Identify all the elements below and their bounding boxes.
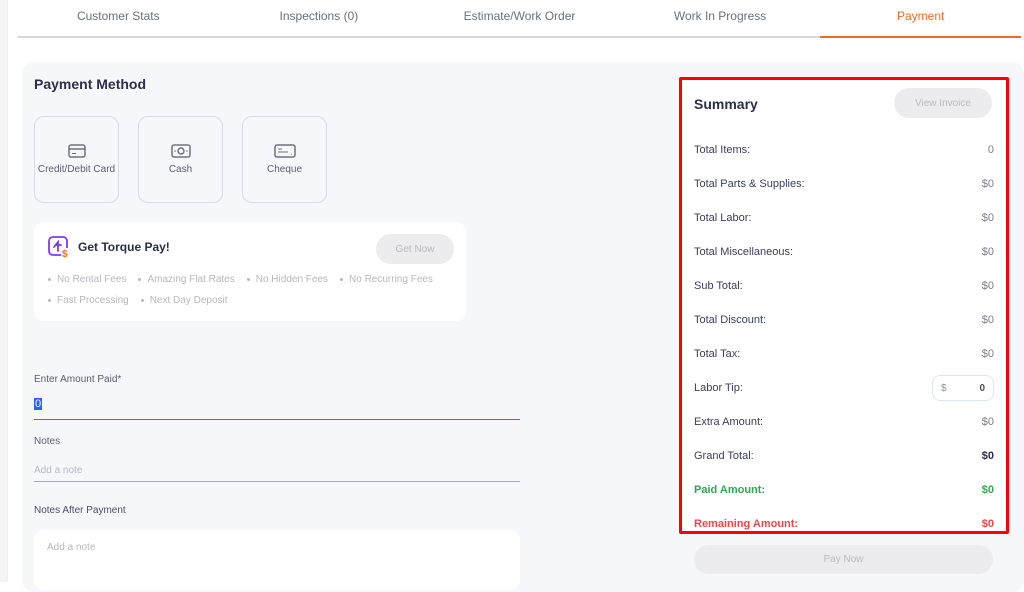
amount-paid-value: 0 [34,398,43,410]
torque-pay-promo: $ Get Torque Pay! Get Now No Rental Fees… [34,222,466,321]
payment-option-label: Credit/Debit Card [37,163,116,175]
notes-after-payment-input[interactable] [34,530,520,590]
tab-inspections[interactable]: Inspections (0) [219,0,420,36]
feature-item: No Recurring Fees [340,274,433,285]
feature-item: Fast Processing [48,295,129,306]
summary-title: Summary [694,96,758,112]
torque-pay-logo-icon: $ [48,236,70,258]
feature-item: No Hidden Fees [246,274,328,285]
currency-symbol: $ [941,382,947,394]
labor-tip-value: 0 [979,382,985,394]
torque-pay-features: No Rental Fees Amazing Flat Rates No Hid… [48,274,458,306]
summary-row-grand-total: Grand Total: $0 [694,450,994,462]
feature-item: No Rental Fees [48,274,126,285]
left-sidebar-edge [0,0,8,582]
view-invoice-button[interactable]: View Invoice [894,88,992,118]
summary-row-remaining-amount: Remaining Amount: $0 [694,518,994,530]
notes-after-payment-label: Notes After Payment [34,505,126,516]
summary-row-discount: Total Discount: $0 [694,314,994,326]
notes-input[interactable] [34,460,520,482]
summary-row-parts-supplies: Total Parts & Supplies: $0 [694,178,994,190]
cheque-icon [273,143,296,158]
summary-row-paid-amount: Paid Amount: $0 [694,484,994,496]
payment-option-credit-card[interactable]: Credit/Debit Card [34,116,119,203]
payment-method-options: Credit/Debit Card Cash Cheque [34,116,327,203]
summary-row-miscellaneous: Total Miscellaneous: $0 [694,246,994,258]
tab-estimate-work-order[interactable]: Estimate/Work Order [419,0,620,36]
tab-bar: Customer Stats Inspections (0) Estimate/… [18,0,1021,38]
summary-rows: Total Items: 0 Total Parts & Supplies: $0 … [694,133,994,541]
summary-row-sub-total: Sub Total: $0 [694,280,994,292]
summary-row-tax: Total Tax: $0 [694,348,994,360]
feature-item: Amazing Flat Rates [138,274,235,285]
svg-text:$: $ [62,249,68,258]
payment-method-title: Payment Method [34,76,147,92]
tab-work-in-progress[interactable]: Work In Progress [620,0,821,36]
get-now-button[interactable]: Get Now [376,234,454,264]
tab-payment[interactable]: Payment [820,0,1021,38]
torque-pay-title: Get Torque Pay! [78,240,170,254]
payment-option-cash[interactable]: Cash [138,116,223,203]
summary-row-total-items: Total Items: 0 [694,144,994,156]
cash-icon [170,143,191,158]
amount-paid-input[interactable]: 0 [34,398,520,420]
summary-row-labor-tip: Labor Tip: $ 0 [694,371,994,405]
summary-panel: Summary View Invoice Total Items: 0 Total… [679,77,1009,534]
tab-customer-stats[interactable]: Customer Stats [18,0,219,36]
payment-option-cheque[interactable]: Cheque [242,116,327,203]
summary-row-labor: Total Labor: $0 [694,212,994,224]
summary-row-extra-amount: Extra Amount: $0 [694,416,994,428]
credit-card-icon [67,143,86,158]
amount-paid-label: Enter Amount Paid* [34,374,122,385]
labor-tip-input[interactable]: $ 0 [932,375,994,401]
payment-option-label: Cheque [266,163,303,175]
notes-label: Notes [34,436,61,447]
feature-item: Next Day Deposit [140,295,228,306]
torque-pay-header: $ Get Torque Pay! [48,236,170,258]
payment-option-label: Cash [168,163,193,175]
pay-now-button[interactable]: Pay Now [694,545,993,574]
